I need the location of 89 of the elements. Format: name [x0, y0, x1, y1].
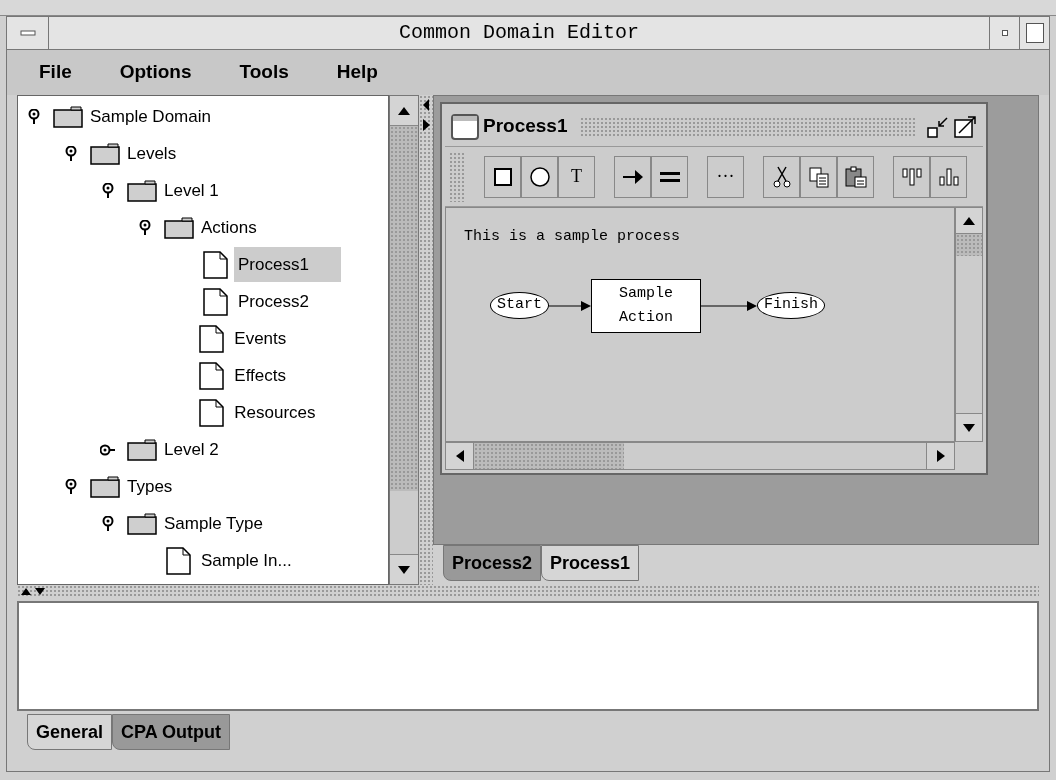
diagram-node: Start	[490, 292, 549, 319]
diagram-node: Sample Action	[591, 278, 701, 333]
tree-item[interactable]: Effects	[230, 357, 290, 394]
toolbar-button[interactable]	[837, 155, 874, 198]
scroll-up-icon[interactable]	[397, 105, 411, 116]
scroll-thumb[interactable]	[474, 443, 624, 469]
document-icon	[199, 398, 226, 427]
toolbar-button[interactable]: T	[558, 155, 595, 198]
tab[interactable]: CPA Output	[112, 714, 231, 750]
tab[interactable]: Process1	[541, 545, 640, 581]
menu-item[interactable]: File	[39, 58, 72, 87]
scroll-down-icon[interactable]	[962, 422, 976, 433]
window-title: Common Domain Editor	[397, 20, 640, 46]
tree-item[interactable]: Level 2	[160, 431, 223, 468]
connector-arrow	[549, 300, 591, 311]
folder-icon	[164, 216, 194, 239]
tree-item[interactable]: Events	[230, 320, 291, 357]
folder-icon	[90, 475, 120, 498]
folder-icon	[90, 142, 120, 165]
vertical-scrollbar[interactable]	[955, 207, 983, 442]
minimize-icon[interactable]	[927, 115, 949, 138]
scroll-down-icon[interactable]	[397, 564, 411, 575]
collapse-right-icon[interactable]	[422, 119, 430, 131]
splitter-handle[interactable]	[419, 95, 433, 585]
menu-item[interactable]: Options	[119, 58, 192, 87]
scroll-up-icon[interactable]	[962, 215, 976, 226]
tab[interactable]: General	[27, 714, 113, 750]
expanded-handle-icon[interactable]	[102, 515, 114, 532]
tree-item[interactable]: Process2	[234, 283, 313, 320]
toolbar-button[interactable]	[651, 155, 688, 198]
toolbar-button[interactable]	[484, 155, 521, 198]
toolbar-button[interactable]	[763, 155, 800, 198]
copy-icon	[806, 164, 831, 189]
toolbar-button[interactable]: ···	[707, 155, 744, 198]
tree-item[interactable]: Types	[123, 468, 177, 505]
scroll-left-icon[interactable]	[454, 449, 465, 463]
scroll-right-icon[interactable]	[935, 449, 946, 463]
document-icon	[199, 361, 226, 390]
scroll-up-button[interactable]	[390, 96, 418, 126]
scroll-down-button[interactable]	[390, 554, 418, 584]
vertical-scrollbar[interactable]	[389, 95, 419, 585]
tree-item[interactable]: Sample In...	[197, 542, 296, 579]
document-icon	[199, 324, 226, 353]
diagram-node: Finish	[757, 292, 826, 319]
tree-item[interactable]: Sample Type	[160, 505, 267, 542]
connector-arrow	[701, 300, 757, 311]
scroll-thumb[interactable]	[390, 126, 418, 491]
collapse-down-icon[interactable]	[35, 587, 45, 595]
collapse-left-icon[interactable]	[422, 99, 430, 111]
tree-item[interactable]: Sample Domain	[86, 98, 215, 135]
folder-icon	[127, 179, 157, 202]
tab[interactable]: Process2	[443, 545, 542, 581]
horizontal-scrollbar[interactable]	[445, 442, 955, 470]
tree-item[interactable]: Levels	[123, 135, 181, 172]
toolbar-button[interactable]	[614, 155, 651, 198]
tree-item[interactable]: Level 1	[160, 172, 223, 209]
process-description: This is a sample process	[464, 227, 681, 247]
scroll-up-button[interactable]	[956, 208, 982, 234]
toolbar-button[interactable]	[521, 155, 558, 198]
tree-item[interactable]: Actions	[197, 209, 261, 246]
menu-item[interactable]: Tools	[239, 58, 289, 87]
document-icon	[203, 250, 229, 279]
folder-icon	[127, 512, 157, 535]
scroll-right-button[interactable]	[926, 443, 954, 469]
minimize-icon	[1001, 30, 1008, 36]
folder-icon	[53, 105, 83, 128]
folder-icon	[127, 438, 157, 461]
window-title: Process1	[483, 114, 568, 139]
collapsed-handle-icon[interactable]	[100, 443, 116, 456]
collapse-up-icon[interactable]	[21, 587, 31, 595]
maximize-icon[interactable]	[953, 114, 977, 139]
scroll-down-button[interactable]	[956, 413, 982, 441]
document-icon	[203, 287, 229, 316]
scroll-thumb[interactable]	[956, 234, 982, 256]
expanded-handle-icon[interactable]	[65, 478, 77, 495]
maximize-icon	[1025, 23, 1044, 43]
minimize-icon	[19, 30, 36, 36]
menu-item[interactable]: Help	[336, 58, 378, 87]
document-icon	[166, 546, 192, 575]
expanded-handle-icon[interactable]	[65, 145, 77, 162]
scroll-left-button[interactable]	[446, 443, 474, 469]
expanded-handle-icon[interactable]	[139, 219, 151, 236]
tree-item[interactable]: Process1	[234, 246, 341, 283]
ellipse-icon	[527, 164, 552, 189]
expanded-handle-icon[interactable]	[102, 182, 114, 199]
window-icon	[451, 113, 479, 140]
tree-item[interactable]: Resources	[230, 394, 320, 431]
clipboard-icon	[843, 164, 868, 189]
expanded-handle-icon[interactable]	[28, 108, 40, 125]
